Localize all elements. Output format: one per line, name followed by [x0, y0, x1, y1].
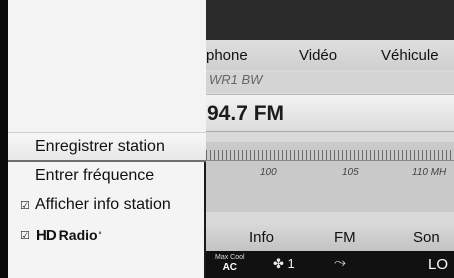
tab-video[interactable]: Vidéo: [299, 47, 337, 64]
station-name: WR1 BW: [206, 72, 454, 92]
climate-status-bar: Max Cool AC ✤ 1 ⤳ LO: [206, 251, 454, 278]
max-cool-label: Max Cool: [215, 254, 245, 261]
hd-logo-mark: HD: [36, 226, 57, 244]
menu-item-hd-radio[interactable]: ☑ HD Radio °: [8, 220, 206, 250]
scale-label: 105: [342, 167, 359, 178]
menu-item-label: Afficher info station: [35, 196, 171, 213]
fan-level: 1: [287, 256, 295, 271]
main-function-bar: phone Vidéo Véhicule: [206, 40, 454, 70]
top-status-area: [206, 0, 454, 40]
menu-item-label: Enregistrer station: [35, 137, 165, 155]
tab-phone[interactable]: phone: [206, 47, 248, 64]
menu-blank-area: [8, 0, 206, 132]
trademark-mark: °: [98, 231, 102, 239]
temperature-value[interactable]: LO: [428, 256, 448, 273]
menu-item-enter-frequency[interactable]: Entrer fréquence: [8, 161, 206, 191]
scale-label: 100: [260, 167, 277, 178]
ac-label: AC: [222, 262, 238, 273]
hd-radio-logo: HD Radio °: [36, 227, 101, 244]
radio-screen: phone Vidéo Véhicule WR1 BW 94.7 FM 100 …: [206, 0, 454, 278]
tab-vehicle[interactable]: Véhicule: [381, 47, 439, 64]
radio-submenu-bar: Info FM Son: [206, 225, 454, 251]
checkbox-checked-icon: ☑: [20, 199, 30, 212]
menu-item-show-station-info[interactable]: ☑ Afficher info station: [8, 190, 206, 220]
menu-item-label: Entrer fréquence: [35, 167, 155, 184]
checkbox-checked-icon: ☑: [20, 229, 30, 242]
scale-label: 110 MH: [412, 167, 447, 178]
frequency-display: 94.7 FM: [206, 94, 454, 132]
submenu-info[interactable]: Info: [249, 229, 274, 246]
menu-item-label: Radio: [58, 227, 98, 243]
left-frame: [0, 0, 8, 278]
submenu-fm[interactable]: FM: [334, 229, 356, 246]
scale-line: [206, 160, 454, 161]
menu-item-save-station[interactable]: Enregistrer station: [8, 132, 206, 162]
fan-icon[interactable]: ✤ 1: [273, 256, 295, 272]
options-menu: Enregistrer station Entrer fréquence ☑ A…: [8, 0, 206, 278]
max-cool-indicator[interactable]: Max Cool AC: [215, 254, 245, 274]
frequency-scale: 100 105 110 MH: [206, 142, 454, 212]
seat-airflow-icon[interactable]: ⤳: [334, 254, 346, 271]
scale-ticks: [206, 150, 454, 160]
submenu-sound[interactable]: Son: [413, 229, 440, 246]
